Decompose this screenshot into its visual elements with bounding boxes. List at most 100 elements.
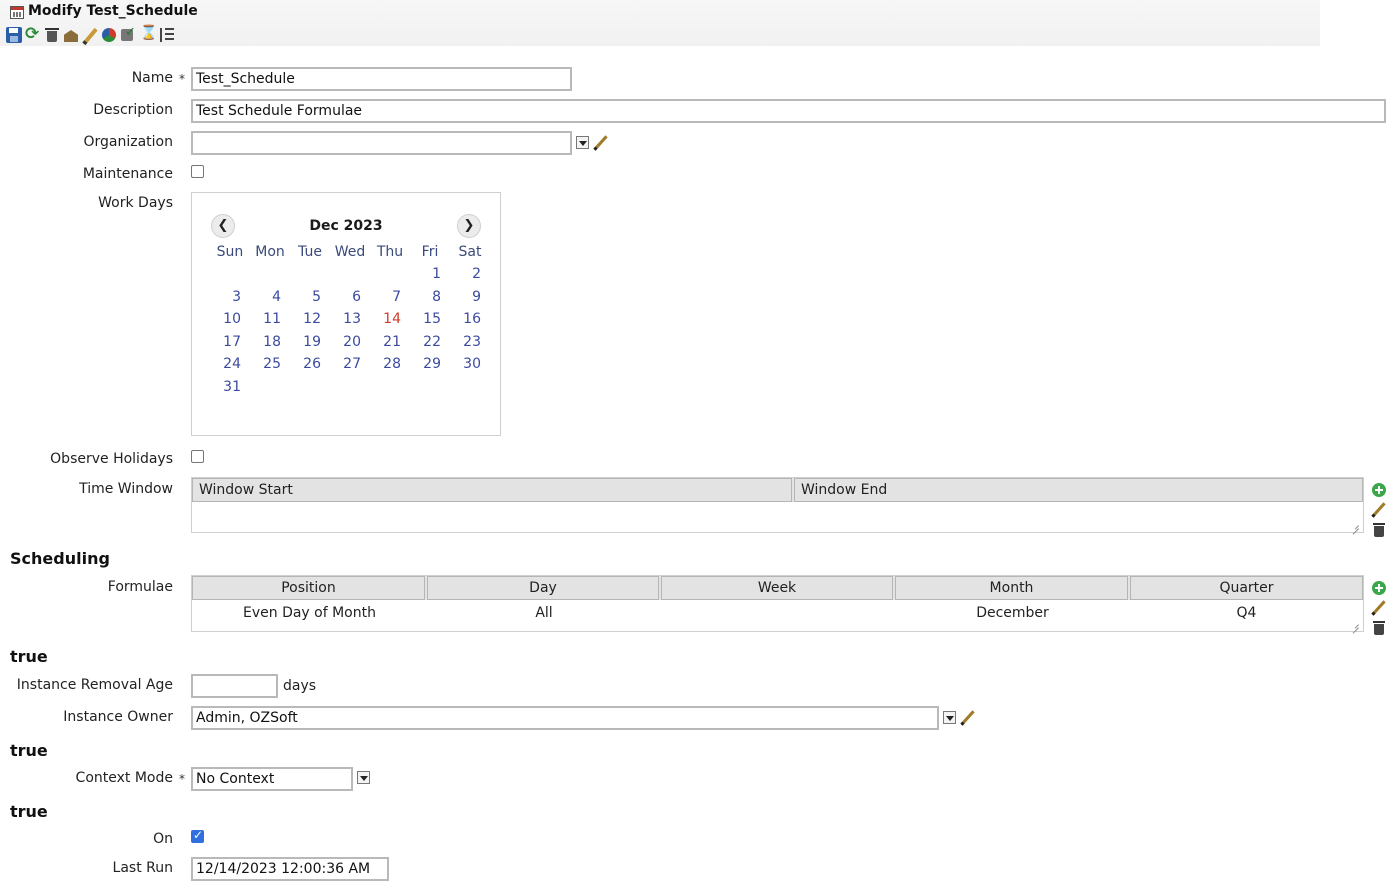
context-mode-label: Context Mode (75, 770, 173, 786)
work-days-label: Work Days (98, 195, 173, 211)
instance-owner-input[interactable]: Admin, OZSoft (191, 706, 939, 730)
cell-position: Even Day of Month (243, 605, 376, 621)
description-label: Description (93, 102, 173, 118)
calendar-day[interactable]: 31 (210, 379, 250, 402)
refresh-icon[interactable] (25, 24, 41, 44)
on-label: On (153, 831, 173, 847)
hierarchy-icon[interactable] (158, 27, 174, 43)
calendar-day[interactable]: 3 (210, 289, 250, 312)
cell-week (661, 600, 895, 626)
calendar-empty-cell (210, 266, 250, 289)
calendar-day[interactable]: 24 (210, 356, 250, 379)
calendar-day[interactable]: 12 (290, 311, 330, 334)
observe-holidays-checkbox[interactable] (191, 450, 204, 463)
calendar-day[interactable]: 29 (410, 356, 450, 379)
time-window-delete-icon[interactable] (1373, 523, 1385, 537)
formulae-delete-icon[interactable] (1373, 621, 1385, 635)
calendar-day[interactable]: 22 (410, 334, 450, 357)
weekday-label: Fri (421, 244, 439, 260)
resize-handle-icon[interactable] (1351, 521, 1359, 529)
instance-removal-age-label: Instance Removal Age (16, 677, 173, 693)
calendar-day[interactable]: 18 (250, 334, 290, 357)
weekday-label: Sat (458, 244, 482, 260)
column-header-day[interactable]: Day (427, 576, 659, 600)
column-header-window-end[interactable]: Window End (794, 478, 1363, 502)
generate-icon[interactable] (63, 27, 79, 43)
instance-owner-dropdown-icon[interactable] (943, 711, 956, 724)
time-window-edit-icon[interactable] (1371, 502, 1385, 516)
last-run-field[interactable]: 12/14/2023 12:00:36 AM (191, 857, 389, 881)
context-mode-dropdown-icon[interactable] (357, 771, 370, 784)
calendar-day[interactable]: 2 (450, 266, 490, 289)
column-header-quarter[interactable]: Quarter (1130, 576, 1363, 600)
calendar-day-grid: 1 2 3 4 5 6 7 8 9 10 11 12 13 14 15 16 17 18 19 20 21 22 23 24 2… (210, 266, 490, 401)
weekday-label: Tue (298, 244, 322, 260)
calendar-empty-cell (250, 266, 290, 289)
validate-icon[interactable] (120, 25, 136, 43)
context-mode-required-mark: * (179, 772, 185, 786)
maintenance-checkbox[interactable] (191, 165, 204, 178)
calendar-day[interactable]: 1 (410, 266, 450, 289)
calendar-day[interactable]: 20 (330, 334, 370, 357)
calendar-day[interactable]: 11 (250, 311, 290, 334)
save-icon[interactable] (6, 27, 22, 43)
instance-removal-age-input[interactable] (191, 674, 278, 698)
formulae-grid: Position Day Week Month Quarter Even Day… (191, 575, 1364, 632)
calendar-day[interactable]: 25 (250, 356, 290, 379)
reload-icon[interactable] (101, 27, 117, 43)
column-header-month[interactable]: Month (895, 576, 1128, 600)
column-header-week[interactable]: Week (661, 576, 893, 600)
cell-quarter: Q4 (1236, 605, 1257, 621)
instance-owner-edit-icon[interactable] (960, 710, 974, 724)
calendar-day[interactable]: 7 (370, 289, 410, 312)
calendar-week-row: 17 18 19 20 21 22 23 (210, 334, 490, 357)
calendar-day[interactable]: 6 (330, 289, 370, 312)
calendar-empty-cell (450, 379, 490, 402)
calendar-day[interactable]: 4 (250, 289, 290, 312)
calendar-day[interactable]: 15 (410, 311, 450, 334)
formulae-edit-icon[interactable] (1371, 600, 1385, 614)
calendar-day[interactable]: 9 (450, 289, 490, 312)
calendar-day[interactable]: 19 (290, 334, 330, 357)
resize-handle-icon[interactable] (1351, 620, 1359, 628)
calendar-day[interactable]: 8 (410, 289, 450, 312)
calendar-day[interactable]: 10 (210, 311, 250, 334)
calendar-week-row: 10 11 12 13 14 15 16 (210, 311, 490, 334)
calendar-day[interactable]: 27 (330, 356, 370, 379)
calendar-day[interactable]: 13 (330, 311, 370, 334)
time-window-add-icon[interactable] (1372, 483, 1386, 497)
calendar-day[interactable]: 28 (370, 356, 410, 379)
formulae-header: Position Day Week Month Quarter (192, 576, 1363, 600)
calendar-week-row: 12 (210, 266, 490, 289)
calendar-day[interactable]: 14 (370, 311, 410, 334)
calendar-day[interactable]: 26 (290, 356, 330, 379)
calendar-day[interactable]: 16 (450, 311, 490, 334)
on-checkbox[interactable] (191, 828, 204, 843)
edit-icon[interactable] (82, 27, 98, 43)
formulae-add-icon[interactable] (1372, 581, 1386, 595)
calendar-day[interactable]: 23 (450, 334, 490, 357)
description-input[interactable]: Test Schedule Formulae (191, 99, 1386, 123)
observe-holidays-label: Observe Holidays (50, 451, 173, 467)
schedule-icon (10, 6, 24, 19)
organization-input[interactable] (191, 131, 572, 155)
calendar-next-button[interactable]: ❯ (457, 214, 481, 238)
delete-icon[interactable] (44, 27, 60, 43)
context-section-title: true (10, 741, 48, 760)
calendar-empty-cell (330, 379, 370, 402)
column-header-position[interactable]: Position (192, 576, 425, 600)
context-mode-select[interactable]: No Context (191, 767, 353, 791)
name-input[interactable]: Test_Schedule (191, 67, 572, 91)
column-header-window-start[interactable]: Window Start (192, 478, 792, 502)
hourglass-icon[interactable] (139, 25, 157, 43)
calendar-day[interactable]: 30 (450, 356, 490, 379)
organization-edit-icon[interactable] (593, 135, 607, 149)
calendar-day[interactable]: 5 (290, 289, 330, 312)
calendar-empty-cell (290, 266, 330, 289)
cell-month: December (976, 605, 1049, 621)
calendar-empty-cell (370, 266, 410, 289)
table-row[interactable]: Even Day of Month All December Q4 (192, 600, 1363, 626)
calendar-day[interactable]: 21 (370, 334, 410, 357)
organization-dropdown-icon[interactable] (576, 136, 589, 149)
calendar-day[interactable]: 17 (210, 334, 250, 357)
